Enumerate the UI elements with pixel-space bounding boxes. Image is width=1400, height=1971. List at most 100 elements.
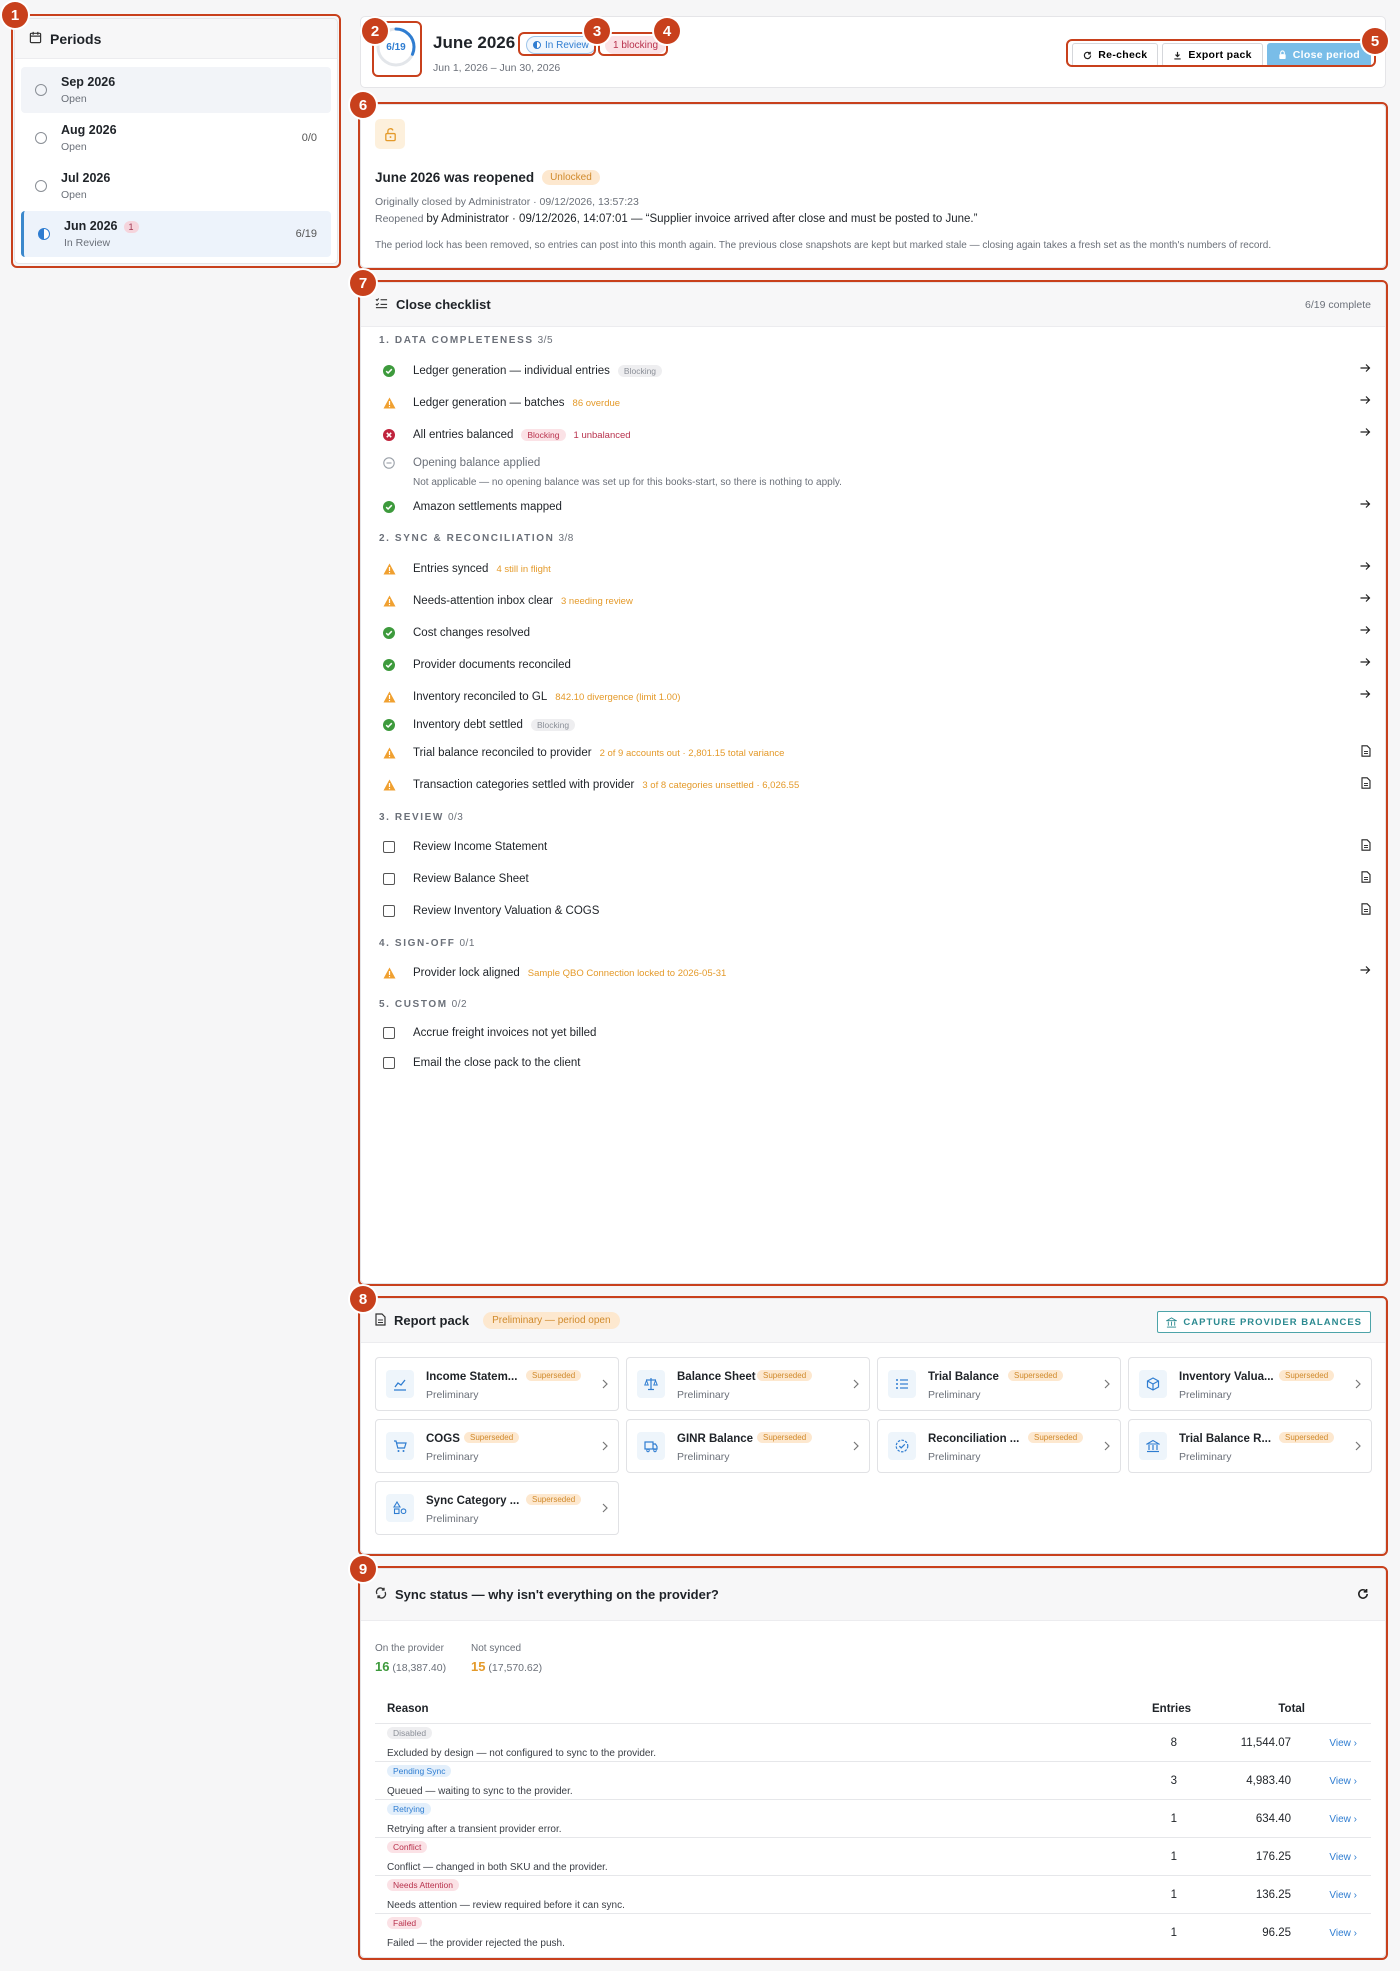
sync-icon bbox=[375, 1587, 387, 1602]
error-icon bbox=[379, 429, 399, 441]
report-card[interactable]: GINR Balance Superseded Preliminary bbox=[626, 1419, 870, 1473]
report-card[interactable]: Trial Balance R... Superseded Preliminar… bbox=[1128, 1419, 1372, 1473]
checklist-item[interactable]: Ledger generation — batches 86 overdue bbox=[379, 393, 1371, 413]
checklist-item[interactable]: Accrue freight invoices not yet billed bbox=[379, 1023, 1371, 1043]
marker-3: 3 bbox=[584, 18, 610, 44]
check-circle-icon bbox=[379, 501, 399, 513]
report-card[interactable]: Trial Balance Superseded Preliminary bbox=[877, 1357, 1121, 1411]
on-provider-total: (18,387.40) bbox=[392, 1662, 447, 1674]
checklist-item[interactable]: Inventory reconciled to GL 842.10 diverge… bbox=[379, 687, 1371, 707]
report-card[interactable]: Reconciliation ... Superseded Preliminar… bbox=[877, 1419, 1121, 1473]
section-count: 3/5 bbox=[537, 335, 554, 346]
superseded-tag: Superseded bbox=[1279, 1370, 1335, 1381]
period-status: Open bbox=[61, 93, 87, 105]
view-link[interactable]: View › bbox=[1329, 1890, 1357, 1901]
document-icon[interactable] bbox=[1361, 745, 1371, 760]
calendar-icon bbox=[29, 31, 42, 47]
report-status: Preliminary bbox=[677, 1451, 730, 1463]
checkbox-icon[interactable] bbox=[379, 841, 399, 853]
checklist-item[interactable]: Entries synced 4 still in flight bbox=[379, 559, 1371, 579]
period-item-sep[interactable]: Sep 2026 Open bbox=[21, 67, 331, 113]
checkbox-icon[interactable] bbox=[379, 1057, 399, 1069]
periods-sidebar: Periods Sep 2026 Open Aug 2026 Open 0/0 Ju… bbox=[14, 18, 338, 264]
refresh-icon[interactable] bbox=[1357, 1588, 1369, 1603]
view-link[interactable]: View › bbox=[1329, 1814, 1357, 1825]
export-pack-button[interactable]: Export pack bbox=[1162, 43, 1263, 67]
arrow-right-icon[interactable] bbox=[1360, 657, 1371, 670]
checklist-item[interactable]: Trial balance reconciled to provider 2 of… bbox=[379, 743, 1371, 763]
recheck-button[interactable]: Re-check bbox=[1072, 43, 1159, 67]
arrow-right-icon[interactable] bbox=[1360, 561, 1371, 574]
marker-9: 9 bbox=[350, 1556, 376, 1582]
checklist-item[interactable]: Needs-attention inbox clear 3 needing rev… bbox=[379, 591, 1371, 611]
period-item-jun[interactable]: Jun 2026 1 In Review 6/19 bbox=[21, 211, 331, 257]
report-card[interactable]: Income Statem... Superseded Preliminary bbox=[375, 1357, 619, 1411]
report-icon bbox=[375, 1312, 386, 1329]
checklist-item-label: Inventory debt settled bbox=[413, 719, 523, 731]
document-icon[interactable] bbox=[1361, 777, 1371, 792]
chevron-right-icon bbox=[1104, 1378, 1110, 1392]
section-count: 0/3 bbox=[447, 812, 464, 823]
sync-total: 176.25 bbox=[1255, 1851, 1291, 1863]
sync-title: Sync status — why isn't everything on th… bbox=[395, 1587, 719, 1602]
arrow-right-icon[interactable] bbox=[1360, 363, 1371, 376]
arrow-right-icon[interactable] bbox=[1360, 395, 1371, 408]
report-card[interactable]: COGS Superseded Preliminary bbox=[375, 1419, 619, 1473]
blocking-tag: Blocking bbox=[521, 429, 566, 441]
truck-icon bbox=[637, 1432, 665, 1460]
bank-icon bbox=[1139, 1432, 1167, 1460]
checklist-item[interactable]: Inventory debt settled Blocking bbox=[379, 715, 1371, 735]
checklist-item[interactable]: Amazon settlements mapped bbox=[379, 497, 1371, 517]
section-title: 4. SIGN-OFF bbox=[379, 938, 456, 949]
close-period-button[interactable]: Close period bbox=[1266, 43, 1371, 67]
arrow-right-icon[interactable] bbox=[1360, 625, 1371, 638]
marker-1: 1 bbox=[2, 2, 28, 28]
sync-total: 96.25 bbox=[1262, 1927, 1291, 1939]
period-count: 6/19 bbox=[295, 228, 317, 240]
capture-provider-balances-button[interactable]: CAPTURE PROVIDER BALANCES bbox=[1157, 1311, 1371, 1333]
document-icon[interactable] bbox=[1361, 871, 1371, 886]
checklist-item-detail: 1 unbalanced bbox=[573, 429, 631, 441]
document-icon[interactable] bbox=[1361, 839, 1371, 854]
sync-total: 11,544.07 bbox=[1240, 1737, 1291, 1749]
period-item-aug[interactable]: Aug 2026 Open 0/0 bbox=[21, 115, 331, 161]
period-item-jul[interactable]: Jul 2026 Open bbox=[21, 163, 331, 209]
sync-reason-tag: Failed bbox=[387, 1917, 423, 1929]
view-link[interactable]: View › bbox=[1329, 1776, 1357, 1787]
view-link[interactable]: View › bbox=[1329, 1852, 1357, 1863]
checklist-icon bbox=[375, 297, 388, 312]
sync-row: Disabled Excluded by design — not config… bbox=[375, 1723, 1371, 1761]
chevron-right-icon: › bbox=[1353, 1890, 1357, 1901]
arrow-right-icon[interactable] bbox=[1360, 965, 1371, 978]
reopened-card: June 2026 was reopened Unlocked Originall… bbox=[360, 104, 1386, 268]
checklist-item[interactable]: Review Income Statement bbox=[379, 837, 1371, 857]
checkbox-icon[interactable] bbox=[379, 873, 399, 885]
half-circle-icon bbox=[533, 41, 541, 49]
view-link[interactable]: View › bbox=[1329, 1738, 1357, 1749]
checklist-item[interactable]: Review Inventory Valuation & COGS bbox=[379, 901, 1371, 921]
checklist-item[interactable]: Cost changes resolved bbox=[379, 623, 1371, 643]
checklist-item[interactable]: Email the close pack to the client bbox=[379, 1053, 1371, 1073]
arrow-right-icon[interactable] bbox=[1360, 689, 1371, 702]
report-card[interactable]: Inventory Valua... Superseded Preliminar… bbox=[1128, 1357, 1372, 1411]
report-card[interactable]: Sync Category ... Superseded Preliminary bbox=[375, 1481, 619, 1535]
lock-icon bbox=[1279, 50, 1286, 60]
chevron-right-icon bbox=[602, 1378, 608, 1392]
arrow-right-icon[interactable] bbox=[1360, 593, 1371, 606]
column-reason: Reason bbox=[387, 1703, 429, 1715]
checklist-item[interactable]: Review Balance Sheet bbox=[379, 869, 1371, 889]
checklist-item[interactable]: Ledger generation — individual entries Bl… bbox=[379, 361, 1371, 381]
checklist-title: Close checklist bbox=[396, 297, 491, 312]
checklist-item[interactable]: Provider documents reconciled bbox=[379, 655, 1371, 675]
report-card[interactable]: Balance Sheet Superseded Preliminary bbox=[626, 1357, 870, 1411]
view-link[interactable]: View › bbox=[1329, 1928, 1357, 1939]
checkbox-icon[interactable] bbox=[379, 905, 399, 917]
checklist-item[interactable]: All entries balanced Blocking 1 unbalanced bbox=[379, 425, 1371, 445]
checkbox-icon[interactable] bbox=[379, 1027, 399, 1039]
document-icon[interactable] bbox=[1361, 903, 1371, 918]
checklist-item[interactable]: Transaction categories settled with prov… bbox=[379, 775, 1371, 795]
checklist-item[interactable]: Opening balance applied bbox=[379, 453, 1371, 473]
checklist-item[interactable]: Provider lock aligned Sample QBO Connecti… bbox=[379, 963, 1371, 983]
arrow-right-icon[interactable] bbox=[1360, 499, 1371, 512]
arrow-right-icon[interactable] bbox=[1360, 427, 1371, 440]
